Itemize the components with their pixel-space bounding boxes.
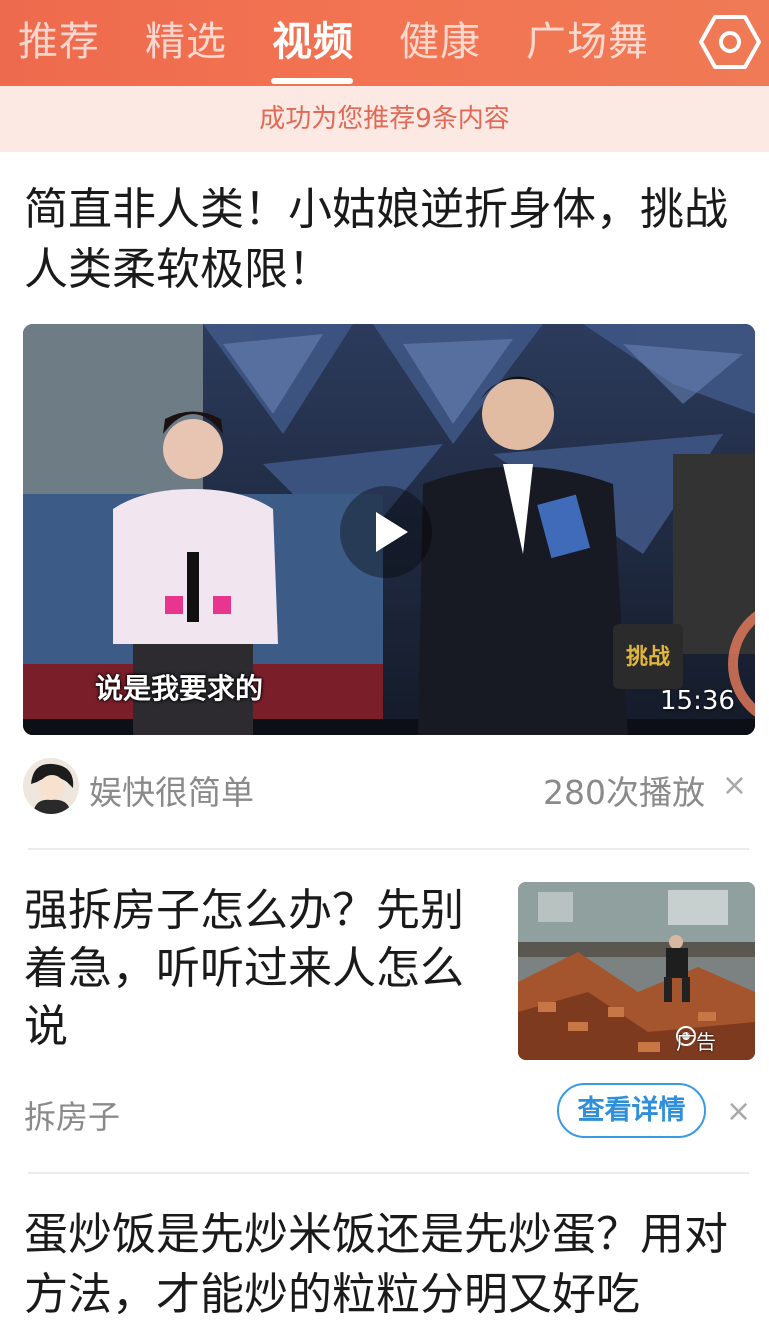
divider <box>28 1172 749 1174</box>
tab-square-dance[interactable]: 广场舞 <box>526 14 649 70</box>
ad-image <box>518 882 755 1060</box>
video-caption: 说是我要求的 <box>95 672 264 705</box>
tab-featured[interactable]: 精选 <box>145 14 227 70</box>
play-button[interactable] <box>340 486 432 578</box>
tab-recommend[interactable]: 推荐 <box>18 14 100 70</box>
play-icon <box>376 512 408 552</box>
article-title[interactable]: 蛋炒饭是先炒米饭还是先炒蛋？用对方法，才能炒的粒粒分明又好吃 <box>24 1205 759 1325</box>
author-name[interactable]: 娱快很简单 <box>89 766 254 814</box>
ad-thumbnail[interactable] <box>518 882 755 1060</box>
ad-title[interactable]: 强拆房子怎么办？先别着急，听听过来人怎么说 <box>24 882 464 1056</box>
hexagon-settings-icon <box>699 15 761 69</box>
ad-label: 广告 <box>676 1030 716 1054</box>
active-tab-indicator <box>271 78 353 84</box>
dismiss-close-icon[interactable]: × <box>726 1094 751 1129</box>
settings-button[interactable] <box>698 13 762 71</box>
svg-text:挑战: 挑战 <box>626 645 670 670</box>
avatar-image <box>23 758 79 814</box>
recommendation-banner: 成功为您推荐9条内容 <box>0 86 769 152</box>
article-title[interactable]: 简直非人类！小姑娘逆折身体，挑战人类柔软极限！ <box>24 180 749 300</box>
ad-topic-tag: 拆房子 <box>24 1098 121 1136</box>
tab-video[interactable]: 视频 <box>272 14 354 70</box>
top-tab-bar: 推荐 精选 视频 健康 广场舞 <box>0 0 769 86</box>
play-count: 280次播放 <box>543 773 705 812</box>
video-duration: 15:36 <box>660 686 735 716</box>
view-details-button[interactable]: 查看详情 <box>557 1083 706 1138</box>
dismiss-close-icon[interactable]: × <box>722 768 747 803</box>
tab-health[interactable]: 健康 <box>399 14 481 70</box>
article-meta: 娱快很简单 280次播放 × <box>23 758 755 816</box>
divider <box>28 848 749 850</box>
author-avatar[interactable] <box>23 758 79 814</box>
